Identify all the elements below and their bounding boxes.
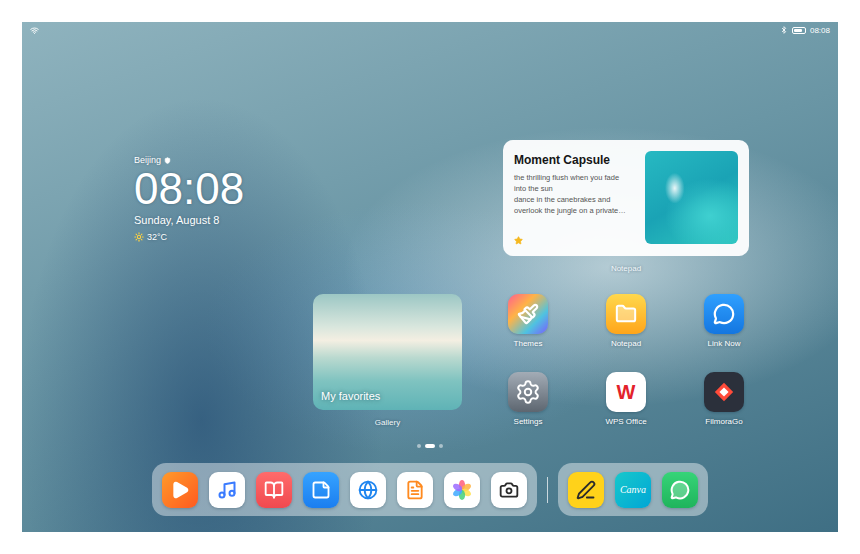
note-widget: Moment Capsule the thrilling flush when y…	[479, 140, 773, 294]
note-star	[514, 236, 637, 245]
chat-bubble-icon	[713, 303, 735, 325]
app-icon[interactable]	[303, 472, 339, 508]
app-label: FilmoraGo	[705, 417, 742, 426]
app-icon[interactable]	[350, 472, 386, 508]
app-icon[interactable]	[508, 372, 548, 412]
app-shortcut[interactable]: FilmoraGo	[675, 372, 773, 434]
camera-icon	[499, 480, 519, 500]
page: 08:08 Beijing 08:08 Sunday, August 8 32°C Mom…	[0, 0, 860, 554]
app-icon[interactable]	[704, 372, 744, 412]
memo-icon	[311, 480, 331, 500]
clock-widget[interactable]: Beijing 08:08 Sunday, August 8 32°C	[134, 155, 242, 294]
battery-icon	[792, 27, 806, 34]
app-label: Notepad	[611, 339, 641, 348]
dock-separator	[547, 477, 548, 503]
dock-row: Canva	[22, 463, 838, 516]
star-icon	[514, 236, 523, 245]
page-dot[interactable]	[417, 444, 421, 448]
city-name: Beijing	[134, 155, 161, 165]
clock-city: Beijing	[134, 155, 242, 165]
app-icon[interactable]	[662, 472, 698, 508]
app-label: WPS Office	[605, 417, 646, 426]
dock	[152, 463, 537, 516]
app-shortcut[interactable]: Link Now	[675, 294, 773, 372]
play-icon	[170, 480, 190, 500]
note-photo	[645, 151, 738, 244]
status-right: 08:08	[780, 26, 830, 35]
app-shortcut[interactable]: Notepad	[577, 294, 675, 372]
app-icon[interactable]	[568, 472, 604, 508]
note-title: Moment Capsule	[514, 153, 637, 167]
document-icon	[405, 480, 425, 500]
note-line: the thrilling flush when you fade	[514, 173, 637, 184]
app-icon[interactable]: Canva	[615, 472, 651, 508]
status-bar: 08:08	[22, 22, 838, 38]
widget-label: Gallery	[375, 418, 400, 427]
page-dot[interactable]	[439, 444, 443, 448]
gear-icon	[515, 379, 541, 405]
note-line: overlook the jungle on a private…	[514, 206, 637, 217]
app-icon[interactable]	[444, 472, 480, 508]
canva-logo-text: Canva	[620, 485, 646, 495]
temperature: 32°C	[147, 232, 167, 242]
clock-time: 08:08	[134, 167, 242, 211]
page-dot[interactable]	[425, 444, 435, 448]
app-icon[interactable]: W	[606, 372, 646, 412]
app-icon[interactable]	[162, 472, 198, 508]
app-shortcut[interactable]: W WPS Office	[577, 372, 675, 434]
app-icon[interactable]	[704, 294, 744, 334]
clock-date: Sunday, August 8	[134, 214, 242, 226]
note-text: Moment Capsule the thrilling flush when y…	[514, 151, 637, 245]
wps-logo-letter: W	[617, 382, 636, 402]
app-icon[interactable]	[606, 294, 646, 334]
app-shortcut[interactable]: Settings	[479, 372, 577, 434]
wifi-icon	[30, 26, 39, 35]
location-icon	[164, 157, 171, 164]
status-left	[30, 26, 39, 35]
bluetooth-icon	[780, 26, 788, 34]
app-shortcut[interactable]: Themes	[479, 294, 577, 372]
book-icon	[264, 480, 284, 500]
recent-dock: Canva	[558, 463, 708, 516]
home-grid: Beijing 08:08 Sunday, August 8 32°C Moment C…	[22, 38, 838, 434]
app-icon[interactable]	[508, 294, 548, 334]
note-card[interactable]: Moment Capsule the thrilling flush when y…	[503, 140, 749, 256]
app-label: Link Now	[708, 339, 741, 348]
app-icon[interactable]	[256, 472, 292, 508]
sun-icon	[134, 232, 144, 242]
note-line: dance in the canebrakes and	[514, 195, 637, 206]
app-label: Settings	[514, 417, 543, 426]
note-line: into the sun	[514, 184, 637, 195]
weather: 32°C	[134, 232, 242, 242]
battery-fill	[794, 29, 803, 32]
globe-icon	[358, 480, 378, 500]
home-screen: 08:08 Beijing 08:08 Sunday, August 8 32°C Mom…	[22, 22, 838, 532]
status-time: 08:08	[810, 26, 830, 35]
page-indicator	[22, 444, 838, 448]
gallery-caption: My favorites	[321, 390, 454, 402]
music-note-icon	[217, 480, 237, 500]
gallery-tile[interactable]: My favorites	[313, 294, 462, 410]
app-icon[interactable]	[209, 472, 245, 508]
flower-icon	[451, 479, 473, 501]
paintbrush-icon	[517, 303, 539, 325]
app-icon[interactable]	[397, 472, 433, 508]
folder-icon	[615, 303, 637, 325]
app-icon[interactable]	[491, 472, 527, 508]
chat-icon	[670, 480, 690, 500]
app-label: Themes	[514, 339, 543, 348]
widget-label: Notepad	[611, 264, 641, 273]
filmora-logo-icon	[713, 381, 735, 403]
pen-icon	[576, 480, 596, 500]
gallery-widget: My favorites Gallery	[313, 294, 462, 434]
